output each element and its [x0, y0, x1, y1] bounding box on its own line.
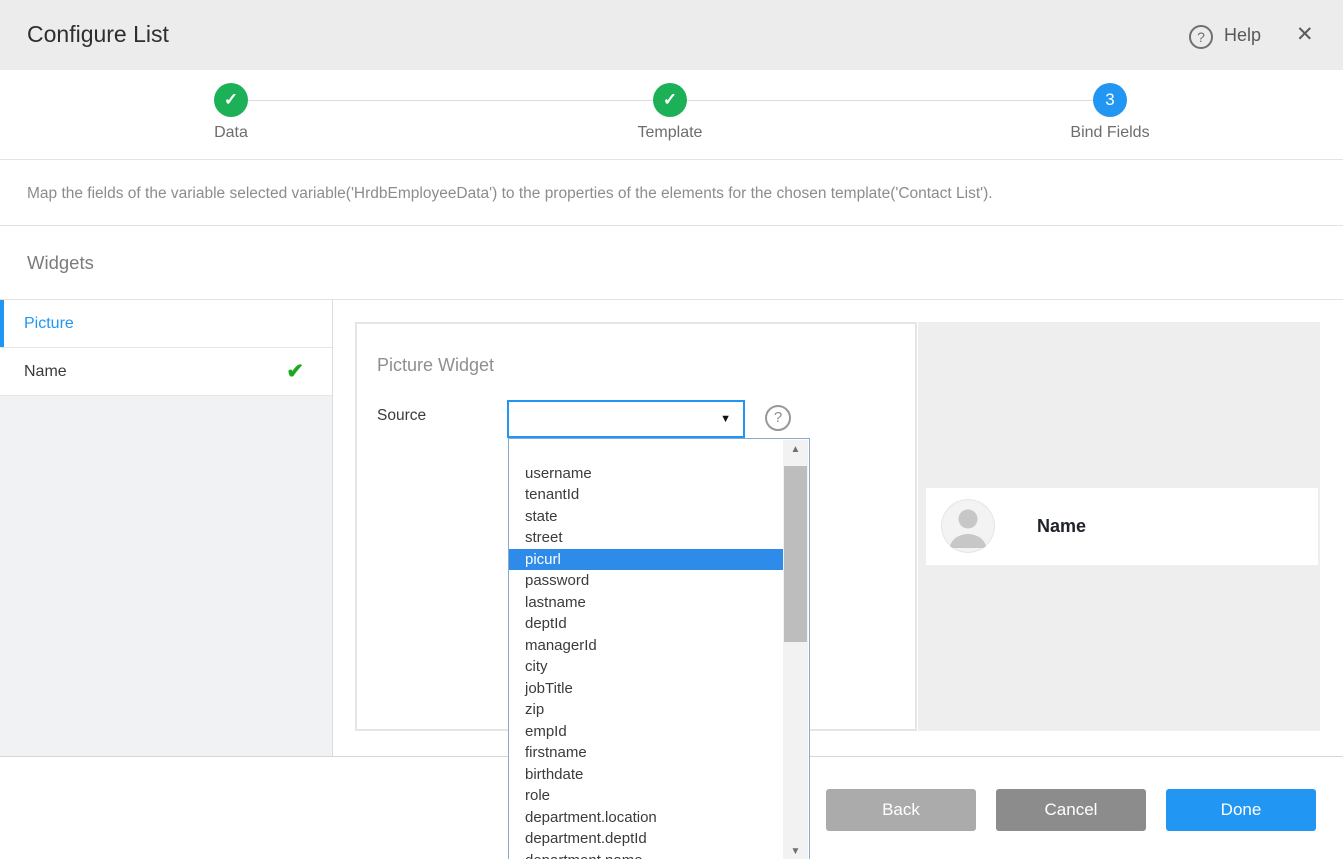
person-silhouette-icon — [941, 499, 995, 553]
dropdown-option[interactable]: department.name — [509, 850, 784, 859]
help-question-icon[interactable]: ? — [1189, 25, 1213, 49]
widgets-sidebar: Picture Name ✔ — [0, 300, 333, 757]
wizard-stepper: ✓ Data ✓ Template 3 Bind Fields — [0, 70, 1343, 160]
dialog-header: Configure List ? Help ✕ — [0, 0, 1343, 70]
source-select[interactable]: ▼ — [507, 400, 745, 438]
help-link[interactable]: Help — [1224, 25, 1261, 46]
dropdown-option[interactable]: tenantId — [509, 484, 784, 506]
step-label: Bind Fields — [1040, 124, 1180, 142]
dropdown-option[interactable]: jobTitle — [509, 678, 784, 700]
avatar — [941, 499, 995, 553]
dropdown-option[interactable]: lastname — [509, 592, 784, 614]
dropdown-option[interactable]: password — [509, 570, 784, 592]
dialog-title: Configure List — [27, 21, 169, 48]
dropdown-option[interactable]: street — [509, 527, 784, 549]
dropdown-option[interactable]: city — [509, 656, 784, 678]
template-preview-area: Name — [918, 322, 1320, 731]
source-label: Source — [377, 407, 426, 425]
scroll-up-icon[interactable]: ▲ — [783, 444, 808, 455]
bound-check-icon: ✔ — [286, 359, 304, 384]
step-number-badge: 3 — [1093, 83, 1127, 117]
scroll-down-icon[interactable]: ▼ — [783, 846, 808, 857]
scrollbar-thumb[interactable] — [784, 466, 807, 642]
widgets-title: Widgets — [27, 252, 94, 274]
widgets-section-header: Widgets — [0, 226, 1343, 300]
chevron-down-icon: ▼ — [720, 413, 731, 425]
dropdown-option[interactable]: zip — [509, 699, 784, 721]
dropdown-option[interactable] — [509, 441, 784, 463]
description-text: Map the fields of the variable selected … — [27, 185, 993, 203]
close-icon[interactable]: ✕ — [1296, 22, 1314, 47]
dropdown-option[interactable]: firstname — [509, 742, 784, 764]
dropdown-option[interactable]: deptId — [509, 613, 784, 635]
configure-list-dialog: Configure List ? Help ✕ ✓ Data ✓ Templat… — [0, 0, 1343, 859]
cancel-button[interactable]: Cancel — [996, 789, 1146, 831]
step-data[interactable]: ✓ Data — [161, 83, 301, 142]
dropdown-scrollbar[interactable]: ▲ ▼ — [783, 440, 808, 859]
done-button[interactable]: Done — [1166, 789, 1316, 831]
step-done-check-icon: ✓ — [653, 83, 687, 117]
dropdown-option[interactable]: role — [509, 785, 784, 807]
dropdown-option[interactable]: department.location — [509, 807, 784, 829]
preview-list-item: Name — [926, 488, 1318, 565]
dropdown-option[interactable]: department.deptId — [509, 828, 784, 850]
description-bar: Map the fields of the variable selected … — [0, 160, 1343, 226]
source-help-icon[interactable]: ? — [765, 405, 791, 431]
dropdown-option[interactable]: state — [509, 506, 784, 528]
back-button[interactable]: Back — [826, 789, 976, 831]
step-label: Template — [600, 124, 740, 142]
sidebar-item-name[interactable]: Name ✔ — [0, 348, 332, 396]
source-dropdown-list: username tenantId state street picurl pa… — [508, 438, 810, 859]
sidebar-item-label: Picture — [24, 315, 74, 333]
dropdown-option[interactable]: birthdate — [509, 764, 784, 786]
preview-name-label: Name — [1037, 516, 1086, 537]
step-done-check-icon: ✓ — [214, 83, 248, 117]
sidebar-item-label: Name — [24, 363, 67, 381]
step-bind-fields[interactable]: 3 Bind Fields — [1040, 83, 1180, 142]
dropdown-option[interactable]: managerId — [509, 635, 784, 657]
sidebar-item-picture[interactable]: Picture — [0, 300, 332, 348]
panel-title: Picture Widget — [377, 355, 494, 376]
step-template[interactable]: ✓ Template — [600, 83, 740, 142]
dropdown-option[interactable]: username — [509, 463, 784, 485]
step-label: Data — [161, 124, 301, 142]
dropdown-option-selected[interactable]: picurl — [509, 549, 784, 571]
dropdown-option[interactable]: empId — [509, 721, 784, 743]
